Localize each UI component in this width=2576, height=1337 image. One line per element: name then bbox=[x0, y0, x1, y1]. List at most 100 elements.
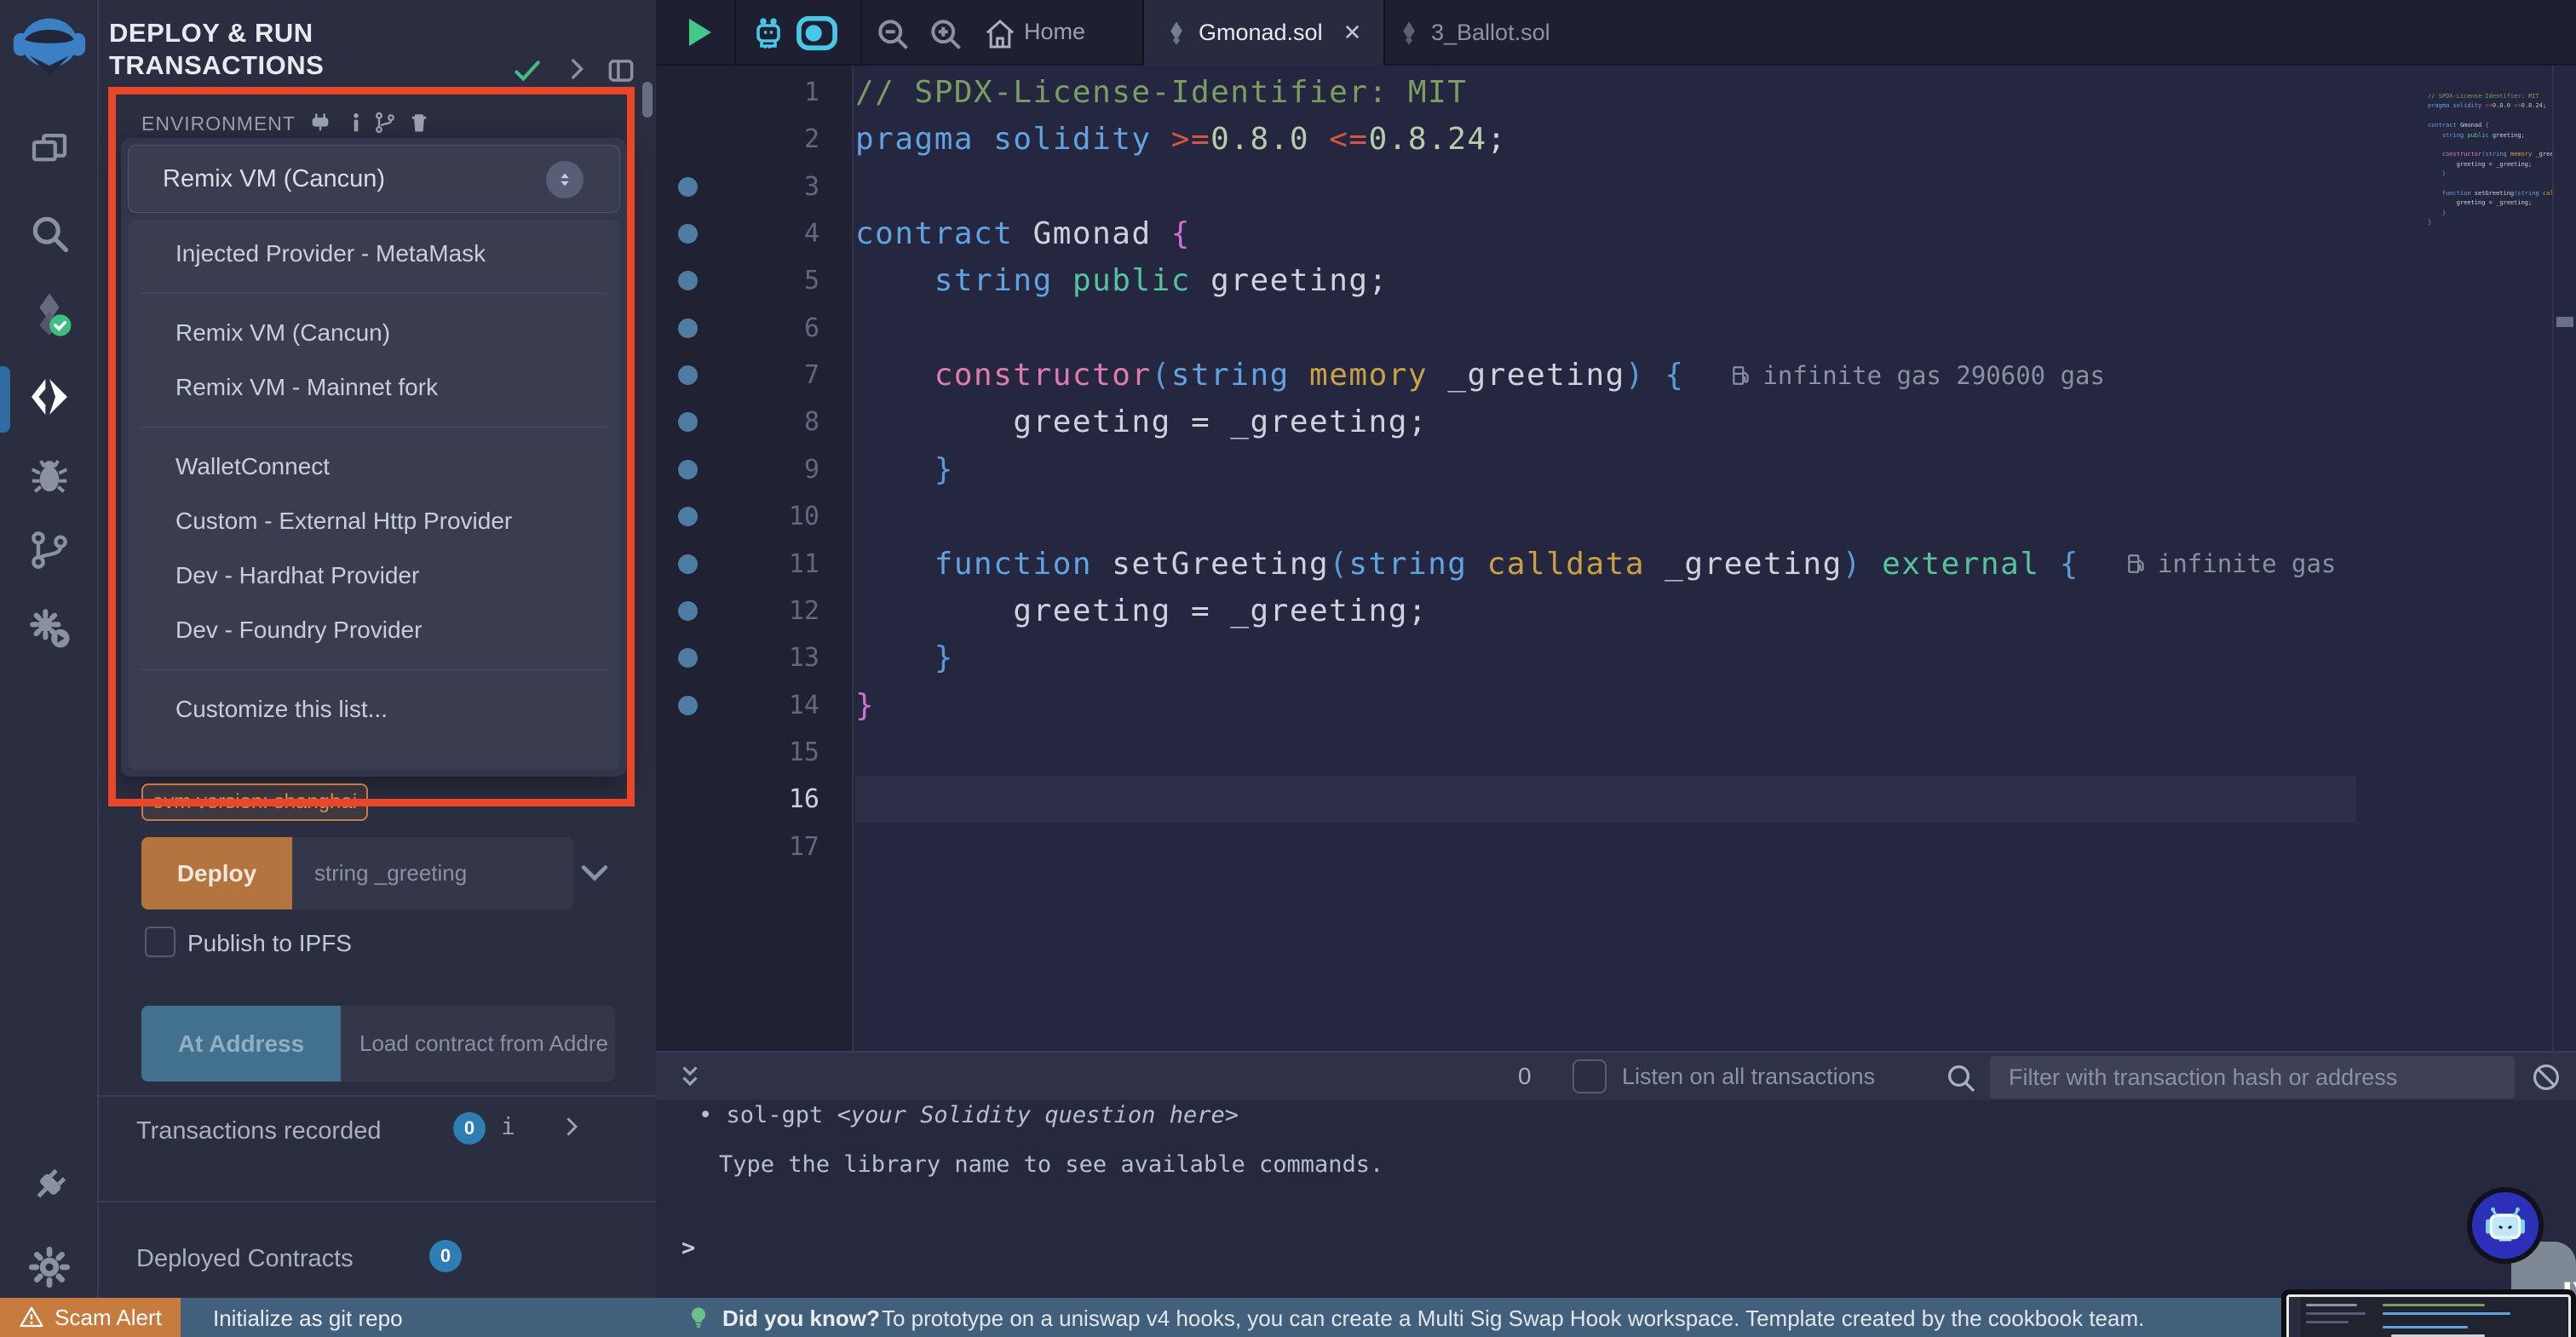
home-icon[interactable] bbox=[983, 17, 1017, 55]
zoom-in-icon[interactable] bbox=[927, 15, 964, 57]
terminal-output[interactable]: • sol-gpt <your Solidity question here> … bbox=[656, 1100, 2576, 1298]
rail-git-icon[interactable] bbox=[0, 516, 99, 584]
gutter-row[interactable]: 15 bbox=[656, 729, 854, 776]
editor-scrollbar-track[interactable] bbox=[2552, 66, 2576, 1051]
breakpoint-dot-icon[interactable] bbox=[678, 554, 698, 574]
fork-state-icon[interactable] bbox=[373, 111, 397, 139]
breakpoint-dot-icon[interactable] bbox=[678, 412, 698, 433]
collapse-terminal-icon[interactable] bbox=[675, 1059, 705, 1098]
rail-debugger-icon[interactable] bbox=[0, 441, 99, 509]
ai-robot-icon[interactable] bbox=[748, 14, 789, 59]
terminal-search-icon[interactable] bbox=[1944, 1061, 1978, 1099]
trash-icon[interactable] bbox=[407, 111, 431, 139]
rail-remix-logo[interactable] bbox=[0, 15, 99, 83]
gutter-row[interactable]: 2 bbox=[656, 116, 854, 163]
screen-share-thumbnail[interactable] bbox=[2281, 1289, 2576, 1337]
breakpoint-dot-icon[interactable] bbox=[678, 695, 698, 715]
env-option[interactable]: WalletConnect bbox=[128, 439, 620, 494]
transactions-expand-chevron-icon[interactable] bbox=[559, 1114, 584, 1144]
transactions-info-icon[interactable]: i bbox=[501, 1112, 515, 1140]
clear-terminal-icon[interactable] bbox=[2530, 1061, 2562, 1098]
gutter-row[interactable]: 4 bbox=[656, 210, 854, 257]
evm-version-pill[interactable]: evm version: shanghai bbox=[141, 783, 368, 821]
publish-ipfs-checkbox[interactable] bbox=[145, 927, 175, 957]
tab-gmonad[interactable]: Gmonad.sol ✕ bbox=[1142, 0, 1386, 66]
line-number: 10 bbox=[788, 502, 819, 532]
environment-select[interactable]: Remix VM (Cancun) bbox=[128, 145, 620, 213]
breakpoint-dot-icon[interactable] bbox=[678, 224, 698, 244]
at-address-button[interactable]: At Address bbox=[141, 1006, 341, 1082]
gutter-row[interactable]: 17 bbox=[656, 823, 854, 870]
breakpoint-dot-icon[interactable] bbox=[678, 365, 698, 386]
env-option[interactable]: Remix VM - Mainnet fork bbox=[128, 360, 620, 415]
home-tab-label[interactable]: Home bbox=[1024, 19, 1085, 45]
breakpoint-dot-icon[interactable] bbox=[678, 271, 698, 291]
gutter-row[interactable]: 13 bbox=[656, 634, 854, 681]
line-number: 13 bbox=[788, 643, 819, 674]
env-option[interactable]: Dev - Foundry Provider bbox=[128, 603, 620, 657]
breakpoint-dot-icon[interactable] bbox=[678, 176, 698, 197]
gutter-row[interactable]: 12 bbox=[656, 588, 854, 634]
gutter-row[interactable]: 3 bbox=[656, 164, 854, 210]
at-address-input[interactable] bbox=[341, 1006, 615, 1082]
run-script-icon[interactable] bbox=[677, 12, 718, 57]
env-option[interactable]: Remix VM (Cancun) bbox=[128, 306, 620, 360]
env-option[interactable]: Injected Provider - MetaMask bbox=[128, 227, 620, 281]
scam-alert-button[interactable]: Scam Alert bbox=[0, 1298, 181, 1337]
gutter-row[interactable]: 6 bbox=[656, 305, 854, 352]
rail-plugin-manager-icon[interactable] bbox=[0, 594, 99, 663]
gutter-row[interactable]: 11 bbox=[656, 541, 854, 588]
status-bar: Scam Alert Initialize as git repo Did yo… bbox=[0, 1298, 2576, 1337]
warning-icon bbox=[20, 1306, 43, 1328]
gutter-row[interactable]: 16 bbox=[656, 776, 854, 823]
environment-selected-value: Remix VM (Cancun) bbox=[163, 164, 386, 192]
gutter-row[interactable]: 9 bbox=[656, 446, 854, 493]
env-option[interactable]: Custom - External Http Provider bbox=[128, 494, 620, 548]
env-option[interactable]: Dev - Hardhat Provider bbox=[128, 548, 620, 603]
gutter-row[interactable]: 5 bbox=[656, 257, 854, 304]
constructor-arg-input[interactable] bbox=[292, 837, 573, 910]
select-updown-icon bbox=[546, 161, 584, 198]
code-line bbox=[855, 776, 2356, 823]
rail-deploy-run-icon[interactable] bbox=[0, 363, 99, 431]
gutter-row[interactable]: 7 bbox=[656, 352, 854, 399]
git-init-button[interactable]: Initialize as git repo bbox=[213, 1305, 403, 1332]
gutter-row[interactable]: 8 bbox=[656, 399, 854, 445]
tab-close-icon[interactable]: ✕ bbox=[1343, 20, 1362, 46]
split-view-icon[interactable] bbox=[605, 55, 637, 91]
listen-transactions-checkbox[interactable] bbox=[1573, 1059, 1607, 1093]
zoom-out-icon[interactable] bbox=[874, 15, 911, 57]
editor-scrollbar-thumb[interactable] bbox=[2556, 317, 2573, 327]
tab-ballot[interactable]: 3_Ballot.sol bbox=[1377, 0, 1573, 66]
gutter-row[interactable]: 10 bbox=[656, 493, 854, 540]
rail-plugin-connect-icon[interactable] bbox=[0, 1151, 99, 1219]
code-line: } bbox=[855, 640, 954, 676]
minimap[interactable]: // SPDX-License-Identifier: MIT pragma so… bbox=[2428, 92, 2552, 305]
line-number: 1 bbox=[803, 77, 819, 107]
deploy-button[interactable]: Deploy bbox=[141, 837, 292, 910]
rail-solidity-compiler-icon[interactable] bbox=[0, 279, 99, 347]
ai-assistant-fab[interactable] bbox=[2467, 1187, 2544, 1264]
breakpoint-dot-icon[interactable] bbox=[678, 648, 698, 668]
rail-search-icon[interactable] bbox=[0, 199, 99, 267]
env-option[interactable]: Customize this list... bbox=[128, 682, 620, 737]
code-area[interactable]: // SPDX-License-Identifier: MIT pragma so… bbox=[855, 66, 2356, 1051]
breakpoint-dot-icon[interactable] bbox=[678, 318, 698, 338]
gutter-row[interactable]: 14 bbox=[656, 682, 854, 729]
gutter-row[interactable]: 1 bbox=[656, 69, 854, 116]
code-line: constructor(string memory _greeting) {in… bbox=[934, 358, 2105, 393]
rail-settings-icon[interactable] bbox=[0, 1233, 99, 1301]
breakpoint-dot-icon[interactable] bbox=[678, 507, 698, 527]
expand-deploy-chevron-icon[interactable] bbox=[576, 853, 613, 895]
menu-divider bbox=[141, 669, 607, 670]
rail-file-explorer-icon[interactable] bbox=[0, 116, 99, 184]
ai-copilot-toggle-icon[interactable] bbox=[796, 14, 838, 57]
pin-panel-chevron-icon[interactable] bbox=[562, 55, 591, 88]
breakpoint-dot-icon[interactable] bbox=[678, 459, 698, 479]
breakpoint-dot-icon[interactable] bbox=[678, 600, 698, 621]
info-icon[interactable] bbox=[344, 111, 368, 139]
transaction-filter-input[interactable] bbox=[1990, 1056, 2515, 1099]
plug-icon[interactable] bbox=[308, 111, 332, 139]
panel-scrollbar[interactable] bbox=[642, 82, 653, 118]
